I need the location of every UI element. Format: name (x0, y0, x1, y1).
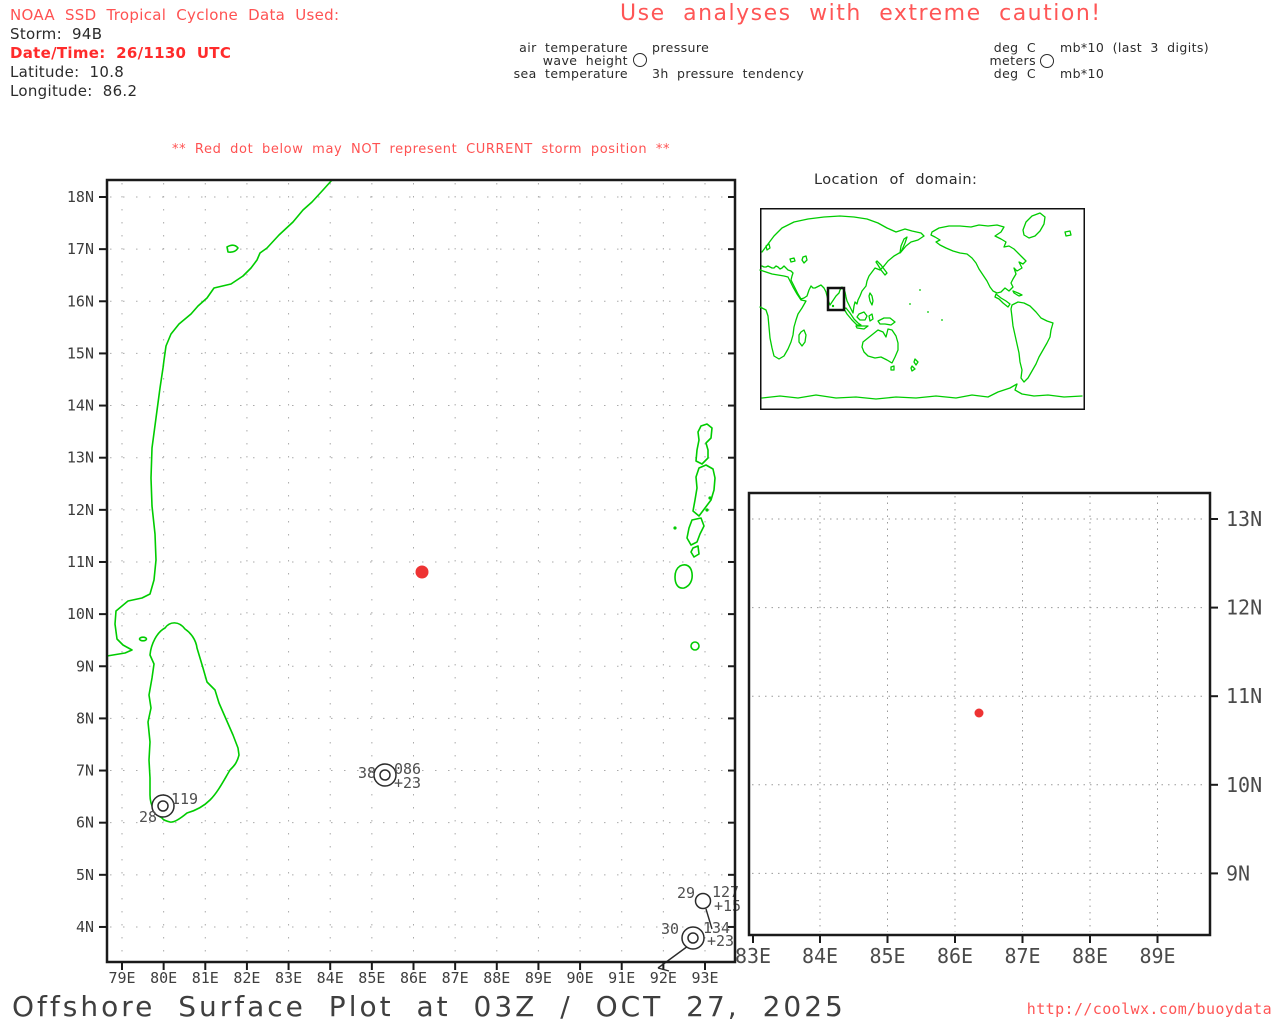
lon-tick-label: 84E (317, 969, 344, 987)
lon-tick-label: 92E (650, 969, 677, 987)
lat-tick-label: 10N (67, 605, 94, 623)
coastline-andaman-islet (691, 546, 699, 557)
world-pacific-islet (941, 319, 943, 321)
lon-tick-label: 85E (358, 969, 385, 987)
lon-tick-label: 86E (937, 944, 973, 968)
lon-tick-label: 90E (567, 969, 594, 987)
lon-tick-label: 89E (1139, 944, 1175, 968)
storm-position-warning: ** Red dot below may NOT represent CURRE… (172, 142, 670, 157)
station-plot: 28 119 (139, 790, 198, 826)
lon-tick-label: 88E (1072, 944, 1108, 968)
lat-tick-label: 11N (1226, 684, 1262, 708)
legend-sea-temperature: sea temperature (488, 66, 628, 81)
lon-tick-label: 87E (1004, 944, 1040, 968)
zoom-map-overlay: 83E 84E 85E 86E 87E 88E 89E 13N 12N 11N 10N 9N (735, 507, 1262, 968)
zoom-map: 83E 84E 85E 86E 87E 88E 89E 13N 12N 11N 10N 9N (699, 483, 1279, 983)
lat-tick-label: 7N (76, 762, 94, 780)
lat-tick-label: 12N (1226, 596, 1262, 620)
coastline-lake (227, 245, 238, 252)
lon-tick-label: 79E (108, 969, 135, 987)
storm-info-source: NOAA SSD Tropical Cyclone Data Used: (10, 6, 339, 25)
lon-tick-label: 82E (233, 969, 260, 987)
station-value: 119 (171, 790, 198, 808)
world-sri-lanka (832, 305, 834, 307)
station-value: 30 (661, 920, 679, 938)
coastline-andaman-north (696, 424, 712, 464)
caution-banner: Use analyses with extreme caution! (620, 1, 1102, 26)
storm-datetime: Date/Time: 26/1130 UTC (10, 44, 339, 63)
lat-tick-label: 9N (76, 657, 94, 675)
lon-tick-label: 85E (869, 944, 905, 968)
lat-tick-label: 14N (67, 397, 94, 415)
coastline-car-nicobar (691, 642, 699, 650)
main-map-overlay: 79E 80E 81E 82E 83E 84E 85E 86E 87E 88E 89E 90E 91E 9… (67, 188, 741, 987)
legend-pressure-tendency: 3h pressure tendency (652, 66, 804, 81)
inset-border (761, 209, 1085, 410)
lat-tick-label: 11N (67, 553, 94, 571)
legend-tendency-units: mb*10 (1060, 66, 1104, 81)
legend-sea-units: deg C (936, 66, 1036, 81)
station-value: +23 (394, 774, 421, 792)
storm-dot (416, 566, 429, 579)
station-inner-circle (158, 801, 168, 811)
lat-tick-label: 6N (76, 814, 94, 832)
storm-longitude: Longitude: 86.2 (10, 82, 339, 101)
lon-tick-label: 81E (192, 969, 219, 987)
lon-tick-label: 89E (525, 969, 552, 987)
coastline-islet (673, 526, 676, 529)
lon-tick-label: 80E (150, 969, 177, 987)
lat-tick-label: 10N (1226, 773, 1262, 797)
station-circle-icon (1040, 54, 1054, 68)
storm-dot-zoom (975, 709, 984, 718)
world-pacific-islet (919, 289, 921, 291)
world-pacific-islet (909, 303, 911, 305)
lat-tick-label: 13N (67, 449, 94, 467)
lon-tick-label: 83E (275, 969, 302, 987)
wind-barb (658, 946, 688, 968)
plot-title: Offshore Surface Plot at 03Z / OCT 27, 2… (12, 990, 846, 1023)
storm-id: Storm: 94B (10, 25, 339, 44)
coastline-india (107, 180, 332, 656)
world-pacific-islet (927, 311, 929, 313)
lat-tick-label: 9N (1226, 861, 1250, 885)
station-value: 38 (358, 764, 376, 782)
lon-tick-label: 88E (483, 969, 510, 987)
storm-info-block: NOAA SSD Tropical Cyclone Data Used: Sto… (10, 6, 339, 101)
station-plot: 38086+23 (358, 760, 421, 792)
coastline-islet (140, 637, 147, 641)
station-circle-icon (633, 53, 647, 67)
station-inner-circle (380, 770, 390, 780)
buoy-plot-page: NOAA SSD Tropical Cyclone Data Used: Sto… (0, 0, 1280, 1024)
lon-tick-label: 87E (442, 969, 469, 987)
lon-tick-label: 91E (608, 969, 635, 987)
lat-tick-label: 15N (67, 344, 94, 362)
source-url: http://coolwx.com/buoydata (1027, 1000, 1272, 1018)
station-inner-circle (688, 933, 698, 943)
coastline-little-andaman (675, 565, 692, 588)
lat-tick-label: 18N (67, 188, 94, 206)
lon-tick-label: 86E (400, 969, 427, 987)
legend-pressure-units: mb*10 (last 3 digits) (1060, 40, 1209, 55)
legend-pressure: pressure (652, 40, 709, 55)
lat-tick-label: 8N (76, 709, 94, 727)
lat-tick-label: 4N (76, 918, 94, 936)
world-inset-map (760, 208, 1085, 410)
station-value: 29 (677, 884, 695, 902)
lat-tick-label: 5N (76, 866, 94, 884)
main-map: 79E 80E 81E 82E 83E 84E 85E 86E 87E 88E 89E 90E 91E 9… (57, 168, 757, 990)
lat-tick-label: 16N (67, 292, 94, 310)
lat-tick-label: 13N (1226, 507, 1262, 531)
lat-tick-label: 12N (67, 501, 94, 519)
inset-title: Location of domain: (814, 172, 977, 188)
storm-latitude: Latitude: 10.8 (10, 63, 339, 82)
lat-tick-label: 17N (67, 240, 94, 258)
lon-tick-label: 83E (735, 944, 771, 968)
station-value: 28 (139, 808, 157, 826)
lon-tick-label: 84E (802, 944, 838, 968)
